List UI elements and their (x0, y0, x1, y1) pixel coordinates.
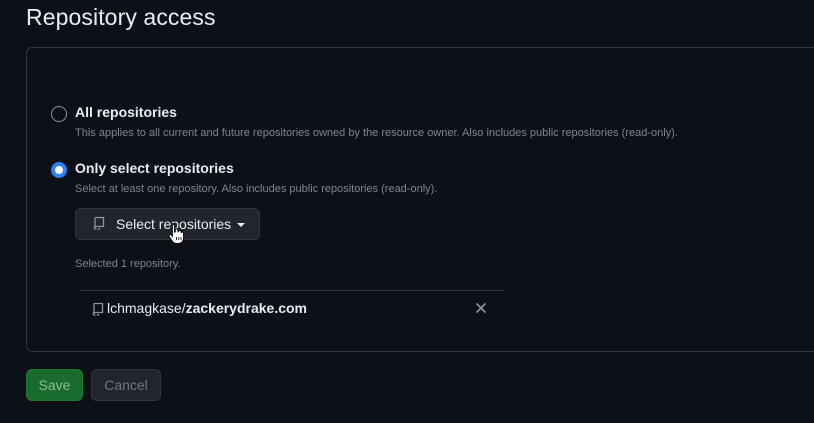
repository-owner: lchmagkase/ (107, 300, 186, 316)
repository-name: lchmagkase/zackerydrake.com (107, 300, 307, 316)
repository-title: zackerydrake.com (185, 300, 308, 316)
chevron-down-icon (237, 223, 246, 227)
close-icon (476, 303, 486, 313)
radio-only-select-repositories[interactable] (51, 162, 67, 178)
radio-all-repositories[interactable] (51, 106, 67, 122)
selected-repositories-count: Selected 1 repository. (75, 258, 181, 270)
list-item: lchmagkase/zackerydrake.com (79, 290, 505, 324)
hand-cursor-icon (168, 222, 185, 244)
remove-repository-button[interactable] (473, 300, 489, 316)
option-only-select-repositories-description: Select at least one repository. Also inc… (75, 183, 438, 195)
option-all-repositories-description: This applies to all current and future r… (75, 127, 678, 139)
repo-icon (93, 216, 106, 233)
option-all-repositories-label[interactable]: All repositories (75, 104, 177, 120)
section-title: Repository access (26, 4, 216, 30)
repo-icon (92, 302, 105, 321)
save-button[interactable]: Save (26, 369, 83, 401)
option-only-select-repositories-label[interactable]: Only select repositories (75, 160, 234, 176)
cancel-button[interactable]: Cancel (91, 369, 161, 401)
